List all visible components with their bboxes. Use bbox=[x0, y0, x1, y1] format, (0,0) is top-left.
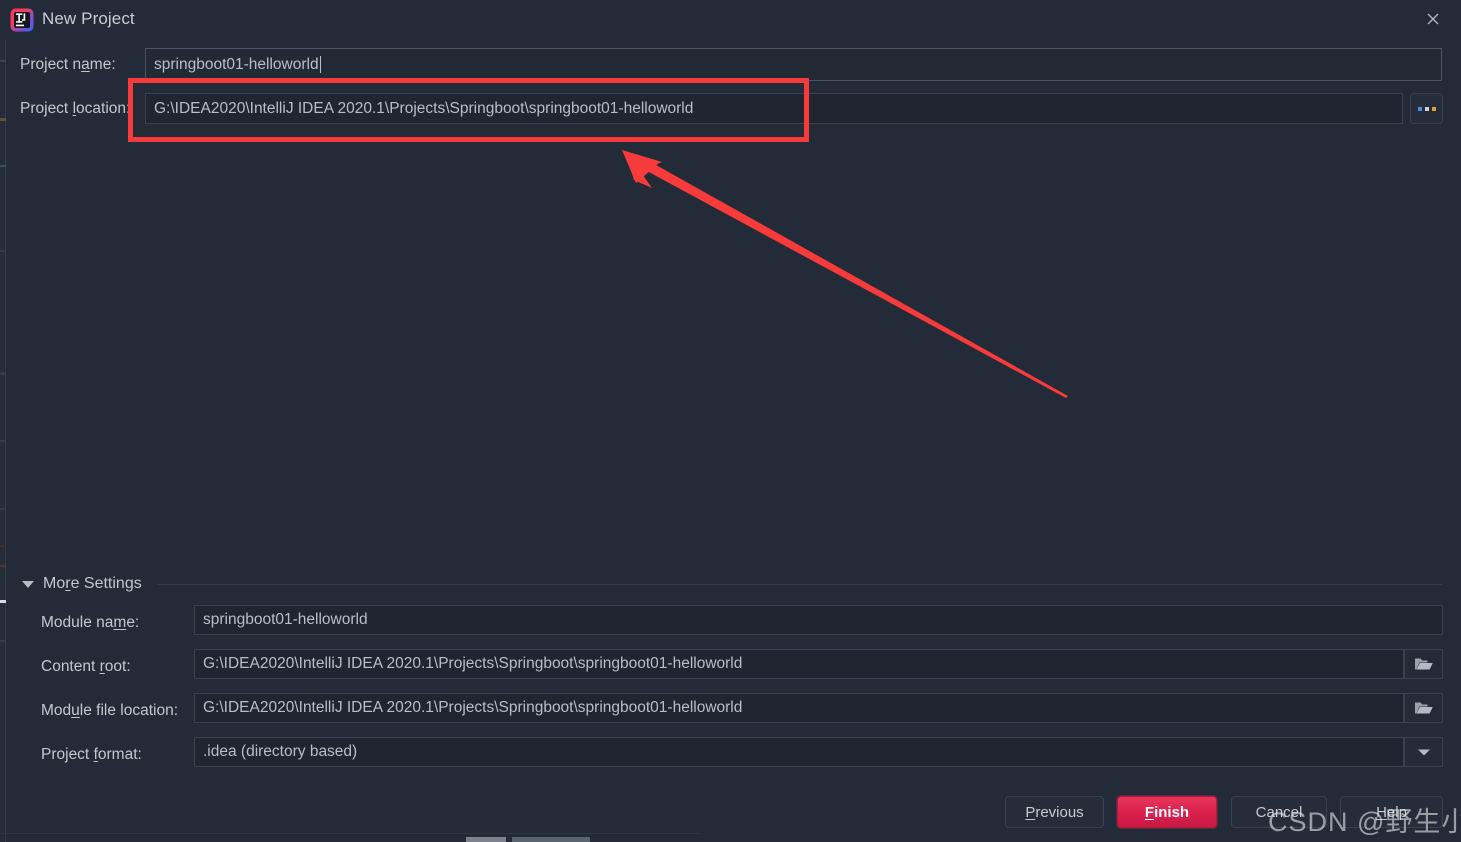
content-root-input[interactable]: G:\IDEA2020\IntelliJ IDEA 2020.1\Project… bbox=[194, 649, 1404, 679]
project-location-label: Project location: bbox=[20, 100, 131, 117]
triangle-down-icon bbox=[22, 580, 34, 588]
module-name-label: Module name: bbox=[41, 614, 140, 631]
title-bar: New Project bbox=[0, 0, 1461, 40]
project-location-value: G:\IDEA2020\IntelliJ IDEA 2020.1\Project… bbox=[154, 99, 694, 117]
content-root-folder-icon[interactable] bbox=[1404, 649, 1443, 679]
annotation-arrow bbox=[622, 150, 1068, 398]
project-format-select[interactable]: .idea (directory based) bbox=[194, 737, 1404, 767]
more-settings-header[interactable]: More Settings bbox=[22, 575, 1442, 593]
more-settings-title: More Settings bbox=[43, 575, 142, 592]
module-name-input[interactable]: springboot01-helloworld bbox=[194, 605, 1443, 635]
browse-location-button[interactable] bbox=[1410, 93, 1443, 124]
project-name-label: Project name: bbox=[20, 56, 116, 73]
close-icon[interactable] bbox=[1405, 0, 1461, 38]
window-title: New Project bbox=[42, 9, 135, 28]
module-name-value: springboot01-helloworld bbox=[203, 611, 368, 628]
module-file-location-value: G:\IDEA2020\IntelliJ IDEA 2020.1\Project… bbox=[203, 699, 743, 716]
project-format-label: Project format: bbox=[41, 746, 142, 763]
module-file-location-folder-icon[interactable] bbox=[1404, 693, 1443, 723]
project-format-value: .idea (directory based) bbox=[203, 743, 358, 760]
scrollbar-thumb-b[interactable] bbox=[512, 837, 590, 842]
more-settings-divider bbox=[156, 583, 1442, 585]
background-window-sliver bbox=[0, 0, 6, 842]
content-root-value: G:\IDEA2020\IntelliJ IDEA 2020.1\Project… bbox=[203, 655, 743, 672]
previous-button[interactable]: Previous bbox=[1005, 796, 1104, 828]
finish-button[interactable]: Finish bbox=[1117, 796, 1217, 828]
module-file-location-label: Module file location: bbox=[41, 702, 179, 719]
scrollbar-thumb-a[interactable] bbox=[466, 837, 506, 842]
intellij-idea-logo-icon bbox=[10, 8, 34, 32]
text-caret bbox=[319, 56, 321, 73]
project-name-value: springboot01-helloworld bbox=[154, 55, 319, 73]
module-file-location-input[interactable]: G:\IDEA2020\IntelliJ IDEA 2020.1\Project… bbox=[194, 693, 1404, 723]
new-project-dialog: New Project Project name: springboot01-h… bbox=[0, 0, 1461, 842]
project-location-input[interactable]: G:\IDEA2020\IntelliJ IDEA 2020.1\Project… bbox=[145, 93, 1403, 124]
content-root-label: Content root: bbox=[41, 658, 131, 675]
chevron-down-icon[interactable] bbox=[1404, 737, 1443, 767]
bottom-divider bbox=[0, 833, 700, 834]
project-name-input[interactable]: springboot01-helloworld bbox=[145, 48, 1442, 81]
csdn-watermark: CSDN @野生小码农 bbox=[1268, 807, 1461, 837]
